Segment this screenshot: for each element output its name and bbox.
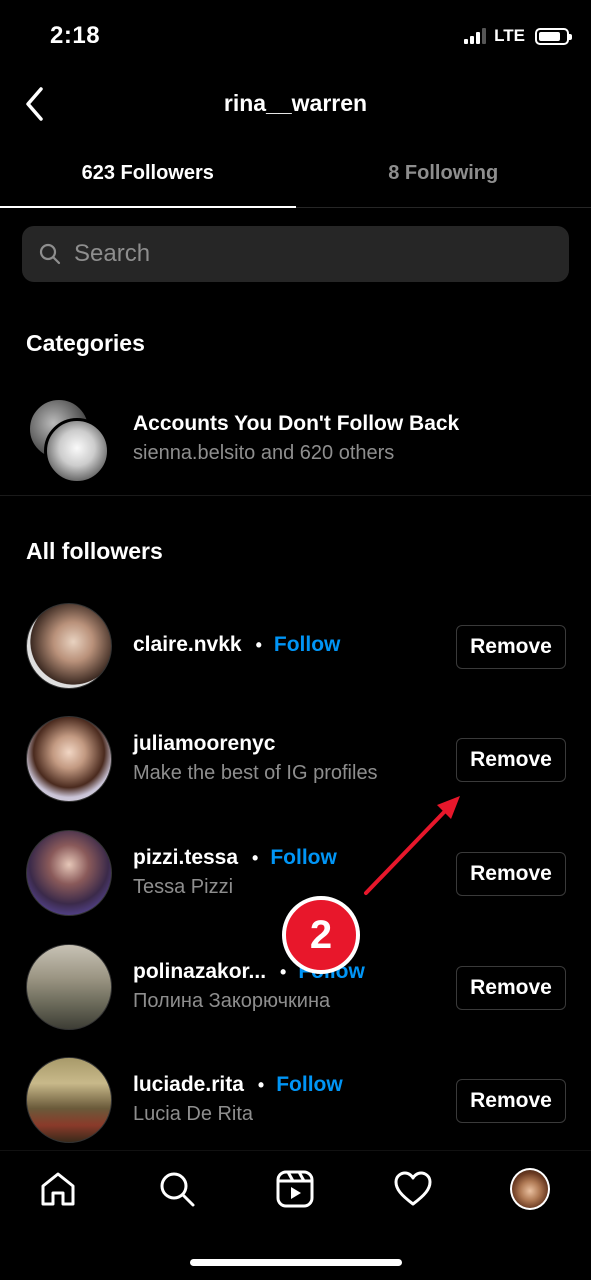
separator-dot: • [252,847,259,868]
search-placeholder: Search [74,240,151,267]
nav-reels[interactable] [275,1169,315,1209]
category-title: Accounts You Don't Follow Back [133,412,460,435]
signal-icon [464,28,487,44]
heart-icon [394,1171,432,1206]
follower-subtitle: Lucia De Rita [133,1103,254,1125]
category-avatars [28,398,112,484]
follower-username[interactable]: pizzi.tessa [133,846,238,870]
home-icon [41,1172,75,1206]
follower-username[interactable]: juliamoorenyc [133,732,275,756]
all-followers-heading: All followers [26,538,163,564]
follower-subtitle: Полина Закорючкина [133,990,331,1012]
follower-row[interactable]: juliamoorenyc Make the best of IG profil… [0,716,591,816]
reels-icon [276,1170,314,1208]
remove-button[interactable]: Remove [456,1079,566,1123]
annotation-step-badge: 2 [282,896,360,974]
status-bar: 2:18 LTE [0,0,591,70]
search-input[interactable]: Search [22,226,569,282]
categories-heading: Categories [26,330,145,356]
follow-link[interactable]: Follow [270,846,337,870]
avatar[interactable] [26,603,112,689]
network-label: LTE [494,26,525,45]
nav-home[interactable] [38,1169,78,1209]
follower-row[interactable]: luciade.rita • Follow Lucia De Rita Remo… [0,1057,591,1157]
header: rina__warren [0,78,591,134]
follower-subtitle: Make the best of IG profiles [133,762,378,784]
nav-profile[interactable] [510,1168,550,1210]
follower-subtitle: Tessa Pizzi [133,876,234,898]
follower-row[interactable]: claire.nvkk • Follow Remove [0,603,591,703]
search-icon [160,1172,195,1207]
status-time: 2:18 [50,22,101,49]
remove-button[interactable]: Remove [456,966,566,1010]
follower-text: juliamoorenyc Make the best of IG profil… [133,732,378,785]
bottom-nav [0,1150,591,1230]
separator-dot: • [280,961,287,982]
category-not-following-back[interactable]: Accounts You Don't Follow Back sienna.be… [0,392,591,496]
follower-username[interactable]: claire.nvkk [133,633,242,657]
profile-avatar [510,1168,550,1210]
follower-username[interactable]: luciade.rita [133,1073,244,1097]
follower-text: claire.nvkk • Follow [133,633,340,657]
tab-following[interactable]: 8 Following [296,144,591,207]
search-icon [39,243,61,265]
follow-link[interactable]: Follow [274,633,341,657]
follower-text: pizzi.tessa • Follow Tessa Pizzi [133,846,337,899]
tab-bar: 623 Followers 8 Following [0,144,591,208]
nav-search[interactable] [157,1169,197,1209]
avatar [44,418,110,484]
remove-button[interactable]: Remove [456,625,566,669]
category-subtitle: sienna.belsito and 620 others [133,442,395,464]
remove-button[interactable]: Remove [456,738,566,782]
separator-dot: • [255,634,262,655]
page-title: rina__warren [223,90,368,116]
follower-text: luciade.rita • Follow Lucia De Rita [133,1073,343,1126]
separator-dot: • [257,1074,265,1095]
avatar[interactable] [26,830,112,916]
avatar[interactable] [26,716,112,802]
category-text: Accounts You Don't Follow Back sienna.be… [133,412,459,465]
home-indicator [190,1259,402,1266]
nav-activity[interactable] [393,1169,433,1209]
follower-username[interactable]: polinazakor... [133,960,266,984]
tab-followers[interactable]: 623 Followers [0,144,296,208]
avatar[interactable] [26,944,112,1030]
battery-icon [535,27,572,45]
status-icons: LTE [464,26,572,46]
follow-link[interactable]: Follow [276,1073,343,1097]
avatar[interactable] [26,1057,112,1143]
remove-button[interactable]: Remove [456,852,566,896]
